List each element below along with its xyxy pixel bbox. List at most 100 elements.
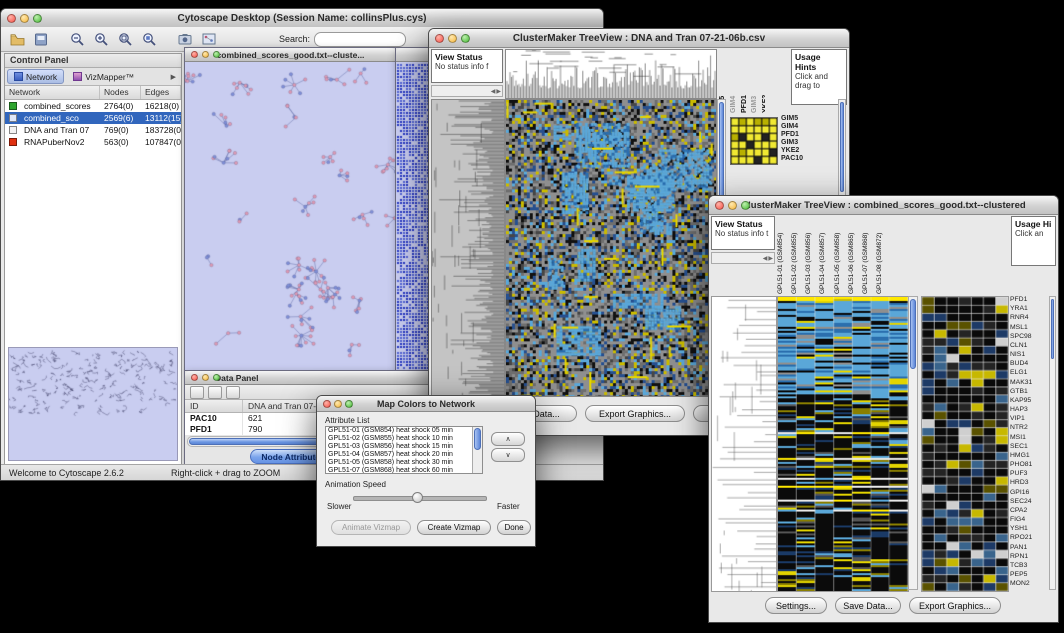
scrollbar-thumb[interactable] [910,299,916,369]
heatmap-canvas[interactable] [505,99,717,397]
slider-thumb[interactable] [412,492,423,503]
gene-label[interactable]: MSL1 [1010,324,1052,333]
column-dendrogram-canvas[interactable] [505,49,717,99]
snapshot-icon[interactable] [175,30,195,49]
background-frame-titlebar[interactable] [396,48,432,62]
close-button[interactable] [715,201,724,210]
column-label[interactable]: GIM3 [751,49,760,113]
network-row[interactable]: combined_scores 2764(0) 16218(0) [5,100,181,112]
maximize-button[interactable] [345,400,353,408]
gene-label[interactable]: YRA1 [1010,305,1052,314]
scrollbar-thumb[interactable] [840,102,844,192]
network-row[interactable]: combined_sco 2569(6) 13112(15) [5,112,181,124]
create-vizmap-button[interactable]: Create Vizmap [417,520,491,535]
scroll-left-icon[interactable]: ◀ [763,255,768,262]
network-canvas[interactable] [185,62,396,370]
gene-label[interactable]: HMG1 [1010,452,1052,461]
network-row[interactable]: DNA and Tran 07 769(0) 183728(0) [5,124,181,136]
gene-label[interactable]: NIS1 [1010,351,1052,360]
done-button[interactable]: Done [497,520,531,535]
gene-label[interactable]: ELG1 [1010,369,1052,378]
open-folder-icon[interactable] [7,30,27,49]
gene-label[interactable]: GTB1 [1010,388,1052,397]
network-overview-canvas[interactable] [9,348,177,460]
gene-label[interactable]: CLN1 [1010,342,1052,351]
global-vscrollbar[interactable] [908,296,918,590]
gene-label[interactable]: PHO81 [1010,461,1052,470]
gene-label[interactable]: YKE2 [781,147,827,155]
background-network-canvas[interactable] [396,62,432,370]
zoom-heatmap-canvas[interactable] [921,296,1009,592]
gene-label[interactable]: PUF3 [1010,470,1052,479]
gene-label[interactable]: SEC1 [1010,443,1052,452]
animate-vizmap-button[interactable]: Animate Vizmap [331,520,411,535]
gene-label[interactable]: KAP95 [1010,397,1052,406]
treeview1-titlebar[interactable]: ClusterMaker TreeView : DNA and Tran 07-… [429,29,849,48]
main-titlebar[interactable]: Cytoscape Desktop (Session Name: collins… [1,9,603,28]
save-data-button[interactable]: Save Data... [835,597,901,614]
export-icon[interactable] [31,30,51,49]
attribute-item[interactable]: GPL51-02 (GSM855) heat shock 10 min [326,435,482,443]
minimize-button[interactable] [20,14,29,23]
table-icon[interactable] [190,386,204,399]
gene-label[interactable]: MAK31 [1010,379,1052,388]
columns-icon[interactable] [208,386,222,399]
tab-overflow-arrow[interactable]: ▶ [171,73,179,81]
gene-label[interactable]: PFD1 [781,131,827,139]
mini-hscrollbar[interactable]: ◀▶ [431,85,503,97]
attribute-listbox[interactable]: GPL51-01 (GSM854) heat shock 05 minGPL51… [325,426,483,474]
network-row[interactable]: RNAPuberNov2 563(0) 107847(0) [5,136,181,148]
gene-label[interactable]: RNR4 [1010,314,1052,323]
gene-label[interactable]: MON2 [1010,580,1052,589]
export-graphics-button[interactable]: Export Graphics... [585,405,685,422]
move-down-button[interactable]: ∨ [491,448,525,462]
column-header[interactable]: GPL51-07 (GSM868) [862,214,870,294]
scroll-right-icon[interactable]: ▶ [496,88,501,95]
search-input[interactable] [314,32,406,47]
gene-label[interactable]: YSH1 [1010,525,1052,534]
close-button[interactable] [7,14,16,23]
maximize-button[interactable] [213,51,220,58]
settings-button[interactable]: Settings... [765,597,827,614]
zoom-out-icon[interactable] [67,30,87,49]
gene-label[interactable]: PFD1 [1010,296,1052,305]
delete-icon[interactable] [226,386,240,399]
gene-label[interactable]: HRD3 [1010,479,1052,488]
listbox-vscrollbar[interactable] [472,427,482,473]
tab-network[interactable]: Network [7,69,64,84]
row-dendrogram-canvas[interactable] [711,296,777,592]
gene-label[interactable]: PAN1 [1010,544,1052,553]
scroll-right-icon[interactable]: ▶ [768,255,773,262]
row-dendrogram-canvas[interactable] [431,99,505,397]
column-label[interactable]: YKE2 [762,49,765,113]
gene-label[interactable]: SPC98 [1010,333,1052,342]
labels-vscrollbar[interactable] [1049,296,1056,590]
zoom-selected-icon[interactable] [139,30,159,49]
move-up-button[interactable]: ∧ [491,432,525,446]
attribute-item[interactable]: GPL51-07 (GSM868) heat shock 60 min [326,467,482,474]
gene-label[interactable]: NTR2 [1010,424,1052,433]
close-button[interactable] [435,34,444,43]
zoom-in-icon[interactable] [91,30,111,49]
minimize-button[interactable] [448,34,457,43]
minimize-button[interactable] [728,201,737,210]
attribute-item[interactable]: GPL51-05 (GSM858) heat shock 30 min [326,459,482,467]
scroll-left-icon[interactable]: ◀ [491,88,496,95]
overview-icon[interactable] [199,30,219,49]
col-network[interactable]: Network [5,86,100,99]
network-frame-titlebar[interactable]: combined_scores_good.txt--cluste... [185,48,396,62]
network-overview[interactable] [8,347,178,461]
col-nodes[interactable]: Nodes [100,86,141,99]
attribute-item[interactable]: GPL51-03 (GSM856) heat shock 15 min [326,443,482,451]
gene-label[interactable]: GIM4 [781,123,827,131]
gene-label[interactable]: PEP5 [1010,571,1052,580]
gene-label[interactable]: RPN1 [1010,553,1052,562]
column-header[interactable]: GPL51-08 (GSM872) [876,214,884,294]
export-graphics-button[interactable]: Export Graphics... [909,597,1001,614]
gene-label[interactable]: PAC10 [781,155,827,163]
col-edges[interactable]: Edges [141,86,181,99]
dialog-titlebar[interactable]: Map Colors to Network [317,396,535,412]
gene-label[interactable]: GIM5 [781,115,827,123]
column-label[interactable]: GIM4 [730,49,739,113]
similarity-matrix-canvas[interactable] [730,117,778,165]
